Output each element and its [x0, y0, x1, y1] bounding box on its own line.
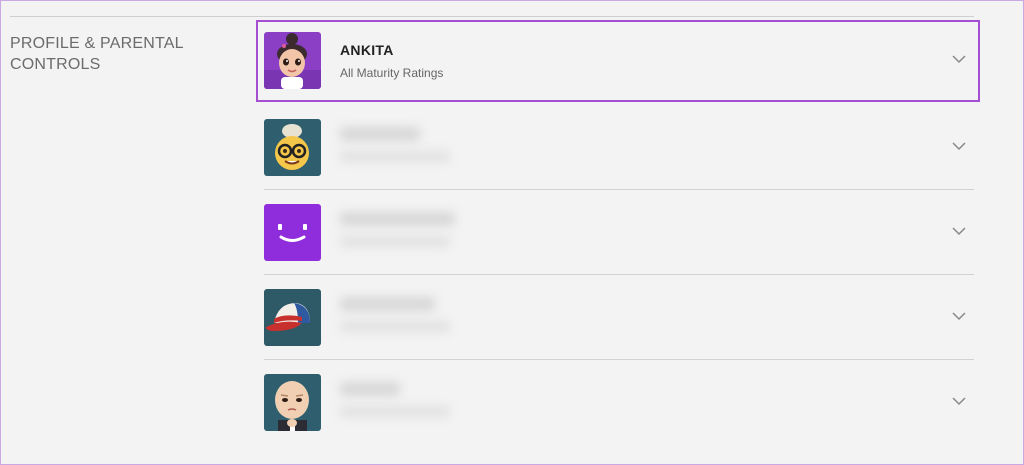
profile-rating-blurred — [340, 406, 450, 417]
profile-row[interactable] — [256, 190, 980, 275]
section-title: PROFILE & PARENTAL CONTROLS — [10, 35, 184, 73]
profile-row[interactable] — [256, 275, 980, 360]
chevron-down-icon[interactable] — [952, 226, 966, 236]
profile-row[interactable] — [256, 105, 980, 190]
profile-rating-blurred — [340, 236, 450, 247]
kid-girl-avatar — [264, 32, 321, 89]
profile-row-ankita[interactable]: ANKITA All Maturity Ratings — [256, 20, 980, 102]
profile-rating-blurred — [340, 151, 450, 162]
chevron-down-icon[interactable] — [952, 141, 966, 151]
section-top-divider — [10, 16, 974, 17]
profile-list: ANKITA All Maturity Ratings — [256, 20, 980, 445]
profile-row[interactable] — [256, 360, 980, 445]
profile-name: ANKITA — [340, 42, 394, 58]
profile-name-blurred — [340, 212, 455, 226]
boss-baby-avatar — [264, 374, 321, 431]
profile-name-blurred — [340, 297, 435, 311]
profile-name-blurred — [340, 382, 400, 396]
chevron-down-icon[interactable] — [952, 396, 966, 406]
glasses-emoji-avatar — [264, 119, 321, 176]
profile-rating-blurred — [340, 321, 450, 332]
profile-maturity-rating: All Maturity Ratings — [340, 66, 444, 80]
purple-smile-avatar — [264, 204, 321, 261]
profile-name-blurred — [340, 127, 420, 141]
chevron-down-icon[interactable] — [952, 54, 966, 64]
trucker-cap-avatar — [264, 289, 321, 346]
chevron-down-icon[interactable] — [952, 311, 966, 321]
